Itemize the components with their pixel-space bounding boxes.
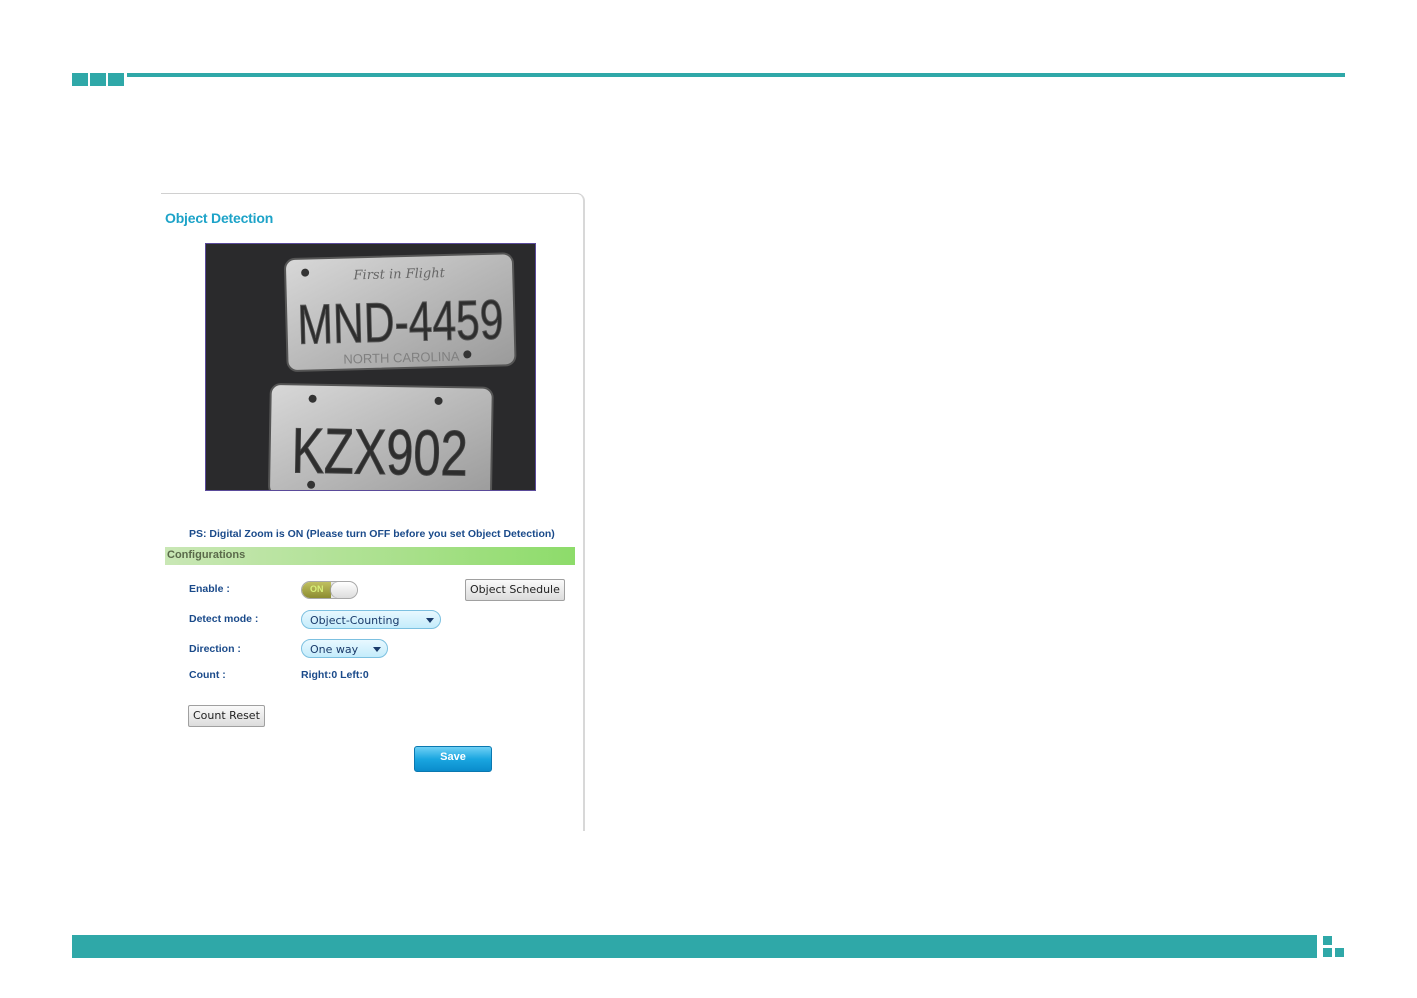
configurations-label: Configurations	[167, 549, 246, 561]
footer-block-1	[1323, 936, 1332, 945]
detect-mode-select[interactable]: Object-Counting	[301, 610, 441, 629]
enable-label: Enable :	[189, 583, 230, 595]
detect-mode-value: Object-Counting	[310, 614, 400, 627]
header-block-2	[90, 73, 106, 86]
count-reset-button[interactable]: Count Reset	[188, 705, 265, 727]
toggle-knob	[331, 582, 357, 598]
plate-top-footer: NORTH CAROLINA	[343, 349, 460, 367]
digital-zoom-note: PS: Digital Zoom is ON (Please turn OFF …	[189, 528, 555, 540]
header-block-1	[72, 73, 88, 86]
object-detection-panel: Object Detection First in Flight MND-445…	[161, 193, 585, 831]
enable-toggle-state: ON	[310, 584, 324, 594]
save-button[interactable]: Save	[414, 746, 492, 772]
enable-toggle[interactable]: ON	[301, 581, 358, 599]
license-plate-image: First in Flight MND-4459 NORTH CAROLINA …	[206, 244, 535, 490]
detect-mode-label: Detect mode :	[189, 613, 259, 625]
footer-block-2	[1323, 948, 1332, 957]
camera-preview: First in Flight MND-4459 NORTH CAROLINA …	[205, 243, 536, 491]
footer-bar	[72, 935, 1317, 958]
plate-bottom-number: KZX902	[291, 414, 468, 489]
chevron-down-icon	[426, 618, 434, 623]
direction-value: One way	[310, 643, 359, 656]
header-rule	[127, 73, 1345, 77]
object-schedule-button[interactable]: Object Schedule	[465, 579, 565, 601]
count-value: Right:0 Left:0	[301, 669, 369, 681]
footer-block-3	[1335, 948, 1344, 957]
plate-top-header: First in Flight	[352, 266, 445, 283]
plate-top-number: MND-4459	[297, 287, 505, 355]
chevron-down-icon	[373, 647, 381, 652]
header-block-3	[108, 73, 124, 86]
direction-label: Direction :	[189, 643, 241, 655]
configurations-header: Configurations	[165, 547, 575, 565]
page-title: Object Detection	[165, 210, 274, 226]
count-label: Count :	[189, 669, 226, 681]
direction-select[interactable]: One way	[301, 639, 388, 658]
